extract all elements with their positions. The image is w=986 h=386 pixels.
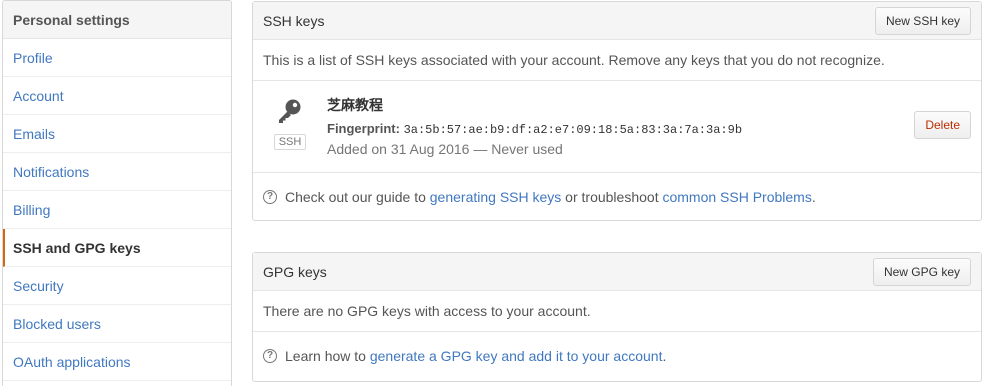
ssh-key-fingerprint-line: Fingerprint: 3a:5b:57:ae:b9:df:a2:e7:09:… [327,121,742,137]
sidebar-item-blocked-users[interactable]: Blocked users [3,305,231,343]
key-icon [279,99,301,123]
gpg-help-prefix: Learn how to [285,348,370,364]
settings-sidebar: Personal settings Profile Account Emails… [2,0,232,386]
ssh-key-added: Added on 31 Aug 2016 — Never used [327,141,563,157]
gpg-keys-help-row: ? Learn how to generate a GPG key and ad… [253,332,981,380]
sidebar-title: Personal settings [3,1,231,39]
ssh-help-text: Check out our guide to generating SSH ke… [285,189,816,205]
common-ssh-problems-link[interactable]: common SSH Problems [662,189,811,205]
ssh-help-middle: or troubleshoot [561,189,663,205]
ssh-keys-panel: SSH keys New SSH key This is a list of S… [252,1,982,221]
sidebar-item-account[interactable]: Account [3,77,231,115]
sidebar-item-profile[interactable]: Profile [3,39,231,77]
sidebar-item-oauth-applications[interactable]: OAuth applications [3,343,231,381]
ssh-key-icon-block: SSH [273,97,307,150]
sidebar-item-billing[interactable]: Billing [3,191,231,229]
ssh-keys-description: This is a list of SSH keys associated wi… [263,52,885,68]
ssh-key-title: 芝麻教程 [327,98,383,114]
ssh-help-suffix: . [811,189,816,205]
ssh-keys-header: SSH keys New SSH key [253,2,981,40]
sidebar-item-security[interactable]: Security [3,267,231,305]
ssh-key-type-label: SSH [273,134,307,150]
fingerprint-label: Fingerprint: [327,121,400,136]
gpg-keys-description: There are no GPG keys with access to you… [263,303,591,319]
question-icon: ? [263,190,277,204]
gpg-help-suffix: . [662,348,667,364]
ssh-keys-description-row: This is a list of SSH keys associated wi… [253,40,981,81]
gpg-keys-panel: GPG keys New GPG key There are no GPG ke… [252,252,982,382]
sidebar-item-ssh-gpg-keys[interactable]: SSH and GPG keys [3,229,231,267]
ssh-keys-title: SSH keys [263,12,325,29]
delete-ssh-key-button[interactable]: Delete [914,111,971,139]
new-gpg-key-button[interactable]: New GPG key [872,257,971,286]
gpg-help-text: Learn how to generate a GPG key and add … [285,348,666,364]
generate-gpg-key-link[interactable]: generate a GPG key and add it to your ac… [370,348,663,364]
ssh-keys-help-row: ? Check out our guide to generating SSH … [253,173,981,221]
ssh-key-item: SSH 芝麻教程 Fingerprint: 3a:5b:57:ae:b9:df:… [253,81,981,173]
ssh-key-info: 芝麻教程 Fingerprint: 3a:5b:57:ae:b9:df:a2:e… [327,95,742,157]
sidebar-item-emails[interactable]: Emails [3,115,231,153]
new-ssh-key-button[interactable]: New SSH key [874,6,971,35]
fingerprint-value: 3a:5b:57:ae:b9:df:a2:e7:09:18:5a:83:3a:7… [403,123,743,137]
gpg-keys-title: GPG keys [263,263,327,280]
sidebar-item-notifications[interactable]: Notifications [3,153,231,191]
question-icon: ? [263,349,277,363]
gpg-keys-description-row: There are no GPG keys with access to you… [253,291,981,332]
gpg-keys-header: GPG keys New GPG key [253,253,981,291]
ssh-help-prefix: Check out our guide to [285,189,430,205]
generating-ssh-keys-link[interactable]: generating SSH keys [430,189,562,205]
